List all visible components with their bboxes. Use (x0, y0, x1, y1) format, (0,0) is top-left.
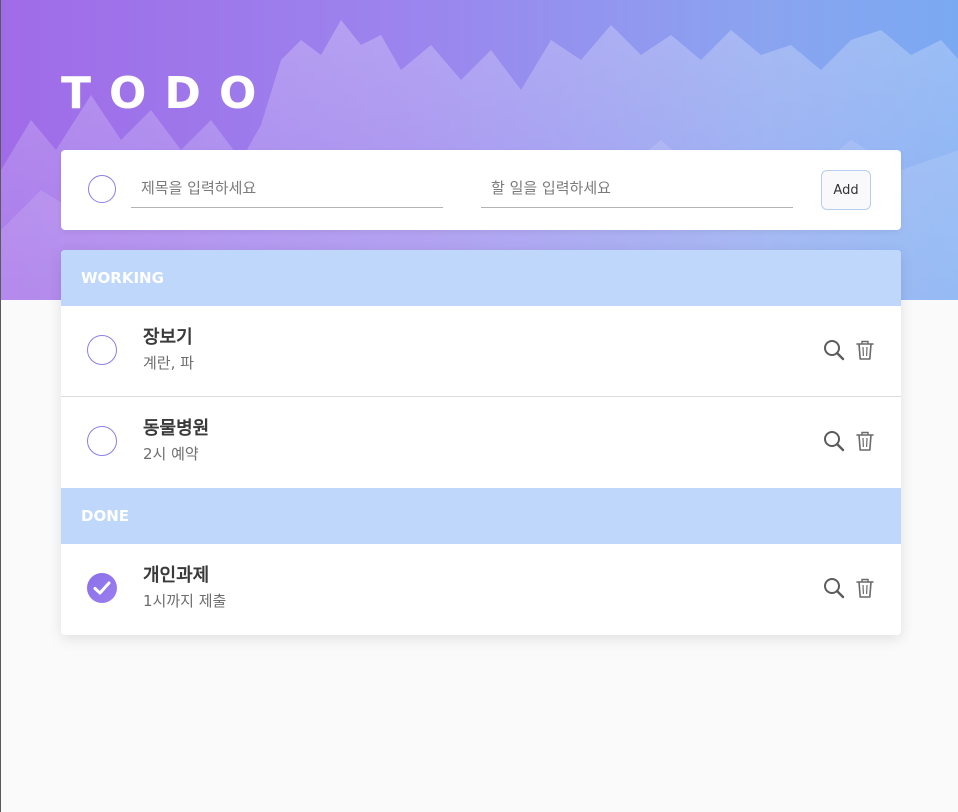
add-button[interactable]: Add (821, 170, 871, 210)
toggle-done-checkbox[interactable] (87, 335, 117, 365)
todo-title: 개인과제 (143, 565, 210, 586)
check-icon (93, 581, 111, 595)
todo-content: 2시 예약 (143, 445, 199, 463)
search-icon[interactable] (822, 338, 846, 362)
working-section-header: WORKING (61, 250, 901, 306)
todo-item: 동물병원 2시 예약 (61, 397, 901, 487)
toggle-done-checkbox[interactable] (87, 426, 117, 456)
trash-icon[interactable] (853, 429, 877, 453)
todo-content: 1시까지 제출 (143, 592, 227, 610)
trash-icon[interactable] (853, 338, 877, 362)
title-input[interactable] (131, 168, 443, 208)
app-title: TODO (61, 68, 275, 119)
todo-title: 장보기 (143, 327, 193, 348)
todo-item: 장보기 계란, 파 (61, 306, 901, 397)
new-todo-status-circle (88, 175, 116, 203)
todo-item: 개인과제 1시까지 제출 (61, 544, 901, 634)
todo-list: WORKING 장보기 계란, 파 동물병원 2시 예약 DONE 개인과제 1… (61, 250, 901, 635)
toggle-done-checkbox[interactable] (87, 573, 117, 603)
trash-icon[interactable] (853, 576, 877, 600)
content-input[interactable] (481, 168, 793, 208)
todo-title: 동물병원 (143, 418, 210, 439)
todo-content: 계란, 파 (143, 354, 194, 372)
todo-app: TODO Add WORKING 장보기 계란, 파 동물병원 2시 예약 (0, 0, 958, 812)
done-section-header: DONE (61, 488, 901, 544)
search-icon[interactable] (822, 576, 846, 600)
search-icon[interactable] (822, 429, 846, 453)
